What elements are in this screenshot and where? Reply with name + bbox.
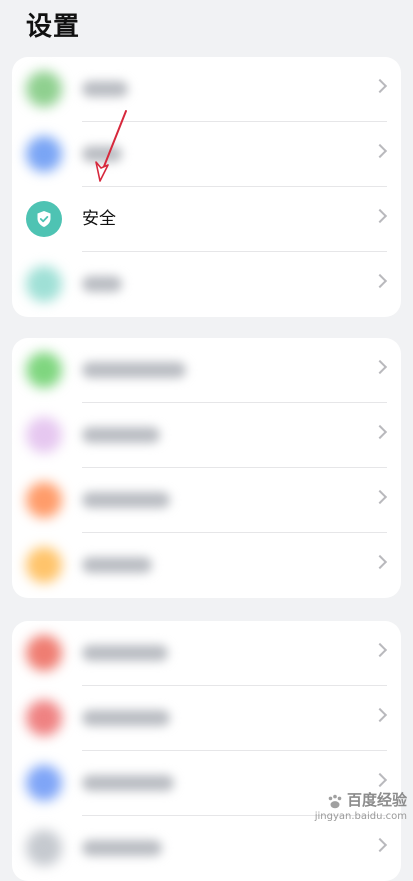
settings-group-1: 安全 xyxy=(12,57,401,317)
security-icon-circle xyxy=(26,201,62,237)
settings-item-blurred-1[interactable] xyxy=(12,57,401,122)
settings-item-security[interactable]: 安全 xyxy=(12,187,401,252)
blurred-app-icon xyxy=(26,830,62,866)
settings-item-blurred-5[interactable] xyxy=(12,338,401,403)
chevron-right-icon xyxy=(372,772,388,788)
settings-item-blurred-12[interactable] xyxy=(12,816,401,881)
annotation-arrow-icon xyxy=(95,110,127,182)
blurred-app-icon xyxy=(26,266,62,302)
blurred-label xyxy=(82,645,168,661)
blurred-label xyxy=(82,557,152,573)
shield-check-icon xyxy=(37,211,51,227)
settings-item-blurred-9[interactable] xyxy=(12,621,401,686)
settings-item-blurred-2[interactable] xyxy=(12,122,401,187)
blurred-label xyxy=(82,492,170,508)
settings-item-blurred-6[interactable] xyxy=(12,403,401,468)
blurred-app-icon xyxy=(26,765,62,801)
watermark-url: jingyan.baidu.com xyxy=(314,811,407,822)
blurred-label xyxy=(82,710,170,726)
blurred-app-icon xyxy=(26,635,62,671)
watermark-site-name: 百度经验 xyxy=(346,791,407,809)
chevron-right-icon xyxy=(372,78,388,94)
settings-item-blurred-7[interactable] xyxy=(12,468,401,533)
blurred-label xyxy=(82,427,160,443)
blurred-app-icon xyxy=(26,136,62,172)
settings-item-label: 安全 xyxy=(82,209,116,229)
paw-logo-icon xyxy=(328,794,342,809)
chevron-right-icon xyxy=(372,424,388,440)
chevron-right-icon xyxy=(372,837,388,853)
blurred-label xyxy=(82,775,174,791)
page-title: 设置 xyxy=(26,12,81,42)
blurred-app-icon xyxy=(26,482,62,518)
settings-item-blurred-10[interactable] xyxy=(12,686,401,751)
chevron-right-icon xyxy=(372,273,388,289)
chevron-right-icon xyxy=(372,707,388,723)
settings-item-blurred-4[interactable] xyxy=(12,252,401,317)
chevron-right-icon xyxy=(372,143,388,159)
blurred-label xyxy=(82,276,122,292)
settings-group-2 xyxy=(12,338,401,598)
settings-group-3 xyxy=(12,621,401,881)
blurred-app-icon xyxy=(26,71,62,107)
blurred-app-icon xyxy=(26,352,62,388)
watermark: 百度经验 jingyan.baidu.com xyxy=(315,793,407,823)
chevron-right-icon xyxy=(372,208,388,224)
blurred-label xyxy=(82,840,162,856)
blurred-app-icon xyxy=(26,547,62,583)
chevron-right-icon xyxy=(372,554,388,570)
settings-item-blurred-8[interactable] xyxy=(12,533,401,598)
blurred-app-icon xyxy=(26,417,62,453)
blurred-label xyxy=(82,362,186,378)
chevron-right-icon xyxy=(372,359,388,375)
chevron-right-icon xyxy=(372,489,388,505)
chevron-right-icon xyxy=(372,642,388,658)
blurred-label xyxy=(82,81,128,97)
blurred-app-icon xyxy=(26,700,62,736)
